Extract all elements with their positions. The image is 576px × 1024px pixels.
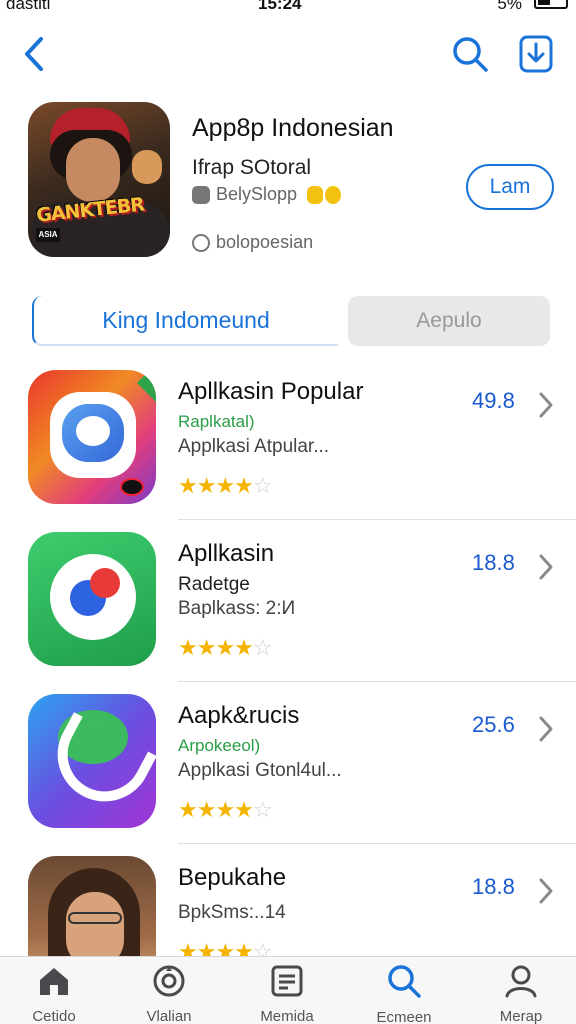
- divider: [178, 519, 576, 520]
- face-shape: [66, 138, 120, 202]
- divider: [178, 681, 576, 682]
- tab-bar: Cetido Vlalian Memida Ecmeen Merap: [0, 956, 576, 1024]
- chevron-right-icon[interactable]: [534, 712, 558, 746]
- clock-icon: [192, 233, 210, 252]
- search-icon: [453, 37, 488, 72]
- item-name: Aapk&rucis: [178, 702, 300, 729]
- list-item[interactable]: Aapk&rucis Arpokeeol) Applkasi Gtonl4ul.…: [0, 684, 576, 844]
- stars-empty: ☆: [252, 474, 273, 499]
- download-icon: [519, 35, 553, 73]
- developer-name: BelySlopp: [216, 184, 298, 204]
- get-button[interactable]: Lam: [466, 164, 554, 210]
- glasses-shape: [68, 912, 122, 924]
- item-description: Baplkass: 2:И: [178, 598, 296, 619]
- badge-dot: [120, 478, 144, 496]
- tab-label: Cetido: [32, 1008, 76, 1024]
- item-rating: 18.8: [472, 874, 515, 899]
- segmented-control: King Indomeund Aepulo: [32, 296, 550, 346]
- navigation-bar: [0, 28, 576, 78]
- app-icon[interactable]: GANKTEBR ASIA: [28, 102, 170, 257]
- battery-icon: [534, 0, 568, 9]
- app-icon: [28, 532, 156, 666]
- tab-vlalian[interactable]: Vlalian: [121, 963, 217, 1024]
- item-description: BpkSms:..14: [178, 902, 286, 923]
- divider: [178, 843, 576, 844]
- developer-icon: [192, 185, 210, 204]
- person-icon: [503, 963, 539, 998]
- item-rating: 25.6: [472, 712, 515, 737]
- item-rating: 49.8: [472, 388, 515, 413]
- item-description: Applkasi Gtonl4ul...: [178, 760, 342, 781]
- tab-label: Merap: [499, 1008, 543, 1024]
- item-description: Applkasi Atpular...: [178, 436, 330, 457]
- chevron-left-icon: [25, 37, 43, 71]
- chevron-right-icon[interactable]: [534, 388, 558, 422]
- emoji-icon: [307, 185, 342, 204]
- tab-label: Ecmeen: [376, 1009, 432, 1024]
- item-subtitle: Radetge: [178, 574, 250, 595]
- stars-filled: ★★★★: [178, 798, 254, 823]
- list-item[interactable]: Apllkasin Radetge Baplkass: 2:И ★★★★☆ 18…: [0, 522, 576, 682]
- segment-aepulo[interactable]: Aepulo: [348, 296, 550, 346]
- download-button[interactable]: [514, 32, 558, 76]
- item-name: Bepukahe: [178, 864, 287, 891]
- red-dot: [90, 568, 120, 598]
- list-item[interactable]: Apllkasin Popular Raplkatal) Applkasi At…: [0, 360, 576, 520]
- back-button[interactable]: [16, 32, 52, 76]
- star-rating: ★★★★☆: [178, 636, 273, 661]
- app-icon-logo: ASIA: [36, 228, 60, 242]
- tab-ecmeen[interactable]: Ecmeen: [356, 963, 452, 1024]
- corner-badge: [136, 370, 156, 412]
- home-icon: [36, 963, 72, 998]
- app-subtitle: Ifrap SOtoral: [192, 156, 312, 179]
- stars-filled: ★★★★: [178, 636, 254, 661]
- item-subtitle: Raplkatal): [178, 412, 255, 431]
- tab-merap[interactable]: Merap: [473, 963, 569, 1024]
- tab-cetido[interactable]: Cetido: [6, 963, 102, 1024]
- status-bar: dastiti 15:24 5%: [0, 0, 576, 14]
- app-icon: [28, 694, 156, 828]
- stars-empty: ☆: [252, 798, 273, 823]
- segment-king-indomeund[interactable]: King Indomeund: [32, 296, 338, 346]
- item-subtitle: Arpokeeol): [178, 736, 261, 755]
- refresh-icon: [151, 963, 187, 998]
- app-header: GANKTEBR ASIA App8p Indonesian Ifrap SOt…: [0, 98, 576, 268]
- stars-empty: ☆: [252, 636, 273, 661]
- search-icon: [386, 963, 422, 999]
- app-title: App8p Indonesian: [192, 114, 394, 142]
- category-line[interactable]: bolopoesian: [192, 232, 313, 253]
- chevron-right-icon[interactable]: [534, 874, 558, 908]
- item-name: Apllkasin Popular: [178, 378, 364, 405]
- star-rating: ★★★★☆: [178, 474, 273, 499]
- app-icon: [28, 370, 156, 504]
- stars-filled: ★★★★: [178, 474, 254, 499]
- document-icon: [269, 963, 305, 998]
- item-name: Apllkasin: [178, 540, 275, 567]
- phone-shape: [41, 712, 156, 818]
- clock: 15:24: [258, 0, 302, 13]
- tab-label: Vlalian: [146, 1008, 192, 1024]
- chevron-right-icon[interactable]: [534, 550, 558, 584]
- star-rating: ★★★★☆: [178, 798, 273, 823]
- category-name: bolopoesian: [216, 232, 314, 252]
- side-figure: [132, 150, 162, 184]
- tab-memida[interactable]: Memida: [239, 963, 335, 1024]
- item-rating: 18.8: [472, 550, 515, 575]
- battery-percent: 5%: [497, 0, 522, 13]
- developer-line[interactable]: BelySlopp: [192, 184, 342, 205]
- smile-face: [76, 416, 110, 446]
- carrier-label: dastiti: [6, 0, 51, 13]
- tab-label: Memida: [260, 1008, 314, 1024]
- search-button[interactable]: [448, 32, 492, 76]
